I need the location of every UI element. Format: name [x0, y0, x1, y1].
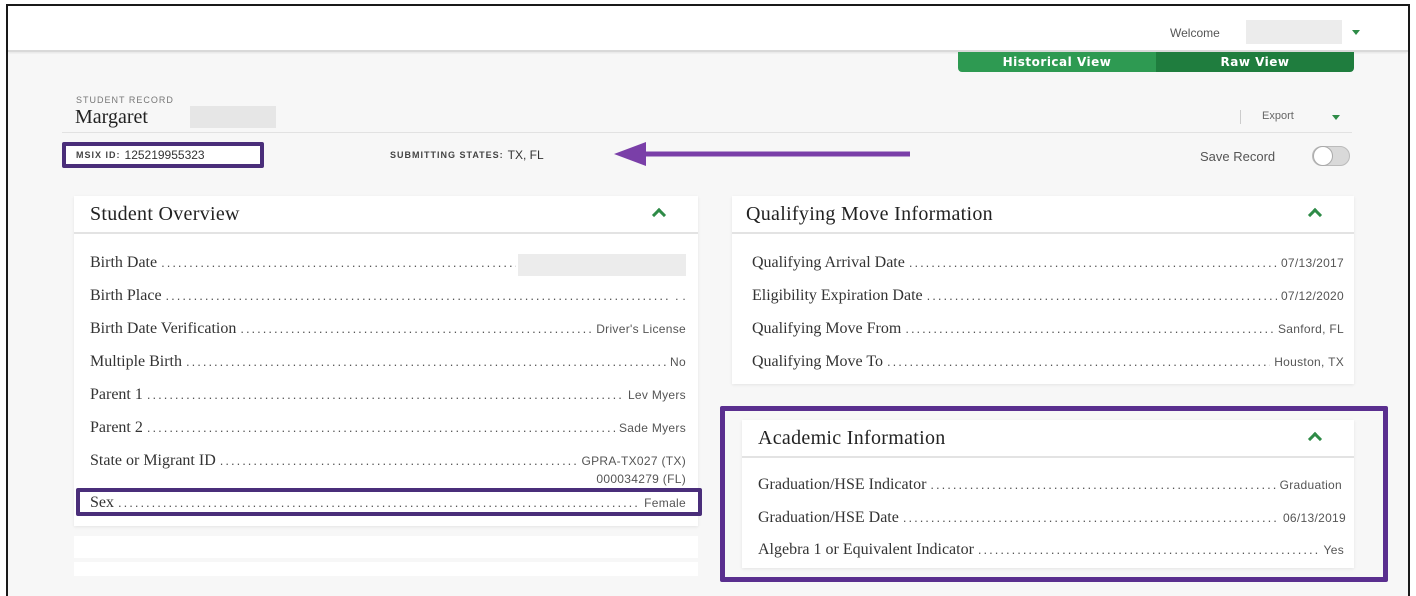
- student-overview-header[interactable]: Student Overview: [74, 196, 698, 234]
- overview-row-birth-date-verification: Birth Date Verification ................…: [90, 320, 686, 338]
- dot-leader: ........................................…: [165, 288, 672, 303]
- save-record-label: Save Record: [1200, 149, 1276, 164]
- collapse-chevron-up-icon[interactable]: [1307, 207, 1323, 223]
- qualifying-move-title: Qualifying Move Information: [746, 203, 993, 225]
- student-record-label: STUDENT RECORD: [76, 95, 174, 105]
- historical-view-button[interactable]: Historical View: [958, 52, 1156, 72]
- row-value: GPRA-TX027 (TX): [581, 454, 686, 468]
- row-label: Qualifying Move To: [752, 353, 884, 370]
- overview-row-state-migrant-id: State or Migrant ID ....................…: [90, 452, 686, 470]
- row-value: Sanford, FL: [1277, 322, 1344, 336]
- sex-row-highlight: [76, 488, 702, 516]
- student-name: Margaret: [75, 106, 148, 128]
- save-record-toggle-knob[interactable]: [1313, 146, 1333, 166]
- move-row-eligibility-expiration: Eligibility Expiration Date ............…: [752, 287, 1344, 305]
- overview-row-birth-place: Birth Place ............................…: [90, 287, 686, 305]
- overview-row-state-migrant-id-second: 000034279 (FL): [560, 472, 686, 486]
- export-button[interactable]: Export: [1262, 110, 1294, 122]
- annotation-arrow-icon: [614, 142, 910, 166]
- student-last-name-redacted: [190, 106, 276, 128]
- dot-leader: ........................................…: [240, 321, 592, 336]
- submitting-states: SUBMITTING STATES: TX, FL: [390, 148, 544, 162]
- move-row-move-to: Qualifying Move To .....................…: [752, 353, 1344, 371]
- row-value: Houston, TX: [1274, 355, 1344, 369]
- overview-row-multiple-birth: Multiple Birth .........................…: [90, 353, 686, 371]
- row-label: Parent 2: [90, 419, 143, 436]
- row-label: Birth Date: [90, 254, 158, 271]
- overview-row-parent-1: Parent 1 ...............................…: [90, 386, 686, 404]
- row-label: Eligibility Expiration Date: [752, 287, 923, 304]
- row-value: Lev Myers: [627, 388, 686, 402]
- view-toggle: Historical View Raw View: [958, 52, 1354, 72]
- academic-info-highlight: [720, 406, 1388, 582]
- row-label: Qualifying Arrival Date: [752, 254, 905, 271]
- overview-row-birth-date: Birth Date .............................…: [90, 254, 516, 272]
- export-separator: [1240, 110, 1241, 124]
- row-label: Multiple Birth: [90, 353, 182, 370]
- move-row-arrival-date: Qualifying Arrival Date ................…: [752, 254, 1344, 272]
- row-value: Sade Myers: [618, 421, 686, 435]
- dot-leader: ........................................…: [908, 255, 1277, 270]
- row-value: . .: [675, 289, 686, 303]
- row-value: 07/12/2020: [1280, 289, 1344, 303]
- student-overview-empty-row: [74, 536, 698, 558]
- dot-leader: ........................................…: [161, 255, 516, 270]
- dot-leader: ........................................…: [219, 453, 578, 468]
- dot-leader: ........................................…: [146, 387, 624, 402]
- row-label: Qualifying Move From: [752, 320, 902, 337]
- row-label: Birth Place: [90, 287, 162, 304]
- user-menu-chevron-down-icon[interactable]: [1352, 30, 1360, 35]
- collapse-chevron-up-icon[interactable]: [651, 207, 667, 223]
- submitting-states-label: SUBMITTING STATES:: [390, 150, 504, 160]
- overview-row-parent-2: Parent 2 ...............................…: [90, 419, 686, 437]
- row-value: 000034279 (FL): [596, 472, 686, 486]
- row-label: Birth Date Verification: [90, 320, 237, 337]
- export-chevron-down-icon[interactable]: [1332, 115, 1340, 120]
- dot-leader: ........................................…: [887, 354, 1270, 369]
- msix-id-label: MSIX ID:: [76, 150, 121, 160]
- user-name-redacted[interactable]: [1246, 20, 1342, 44]
- birth-date-redacted: [518, 254, 686, 276]
- dot-leader: ........................................…: [146, 420, 615, 435]
- dot-leader: ........................................…: [926, 288, 1277, 303]
- dot-leader: ........................................…: [186, 354, 666, 369]
- move-row-move-from: Qualifying Move From ...................…: [752, 320, 1344, 338]
- row-value: 07/13/2017: [1280, 256, 1344, 270]
- student-overview-title: Student Overview: [90, 203, 240, 225]
- submitting-states-value: TX, FL: [507, 148, 544, 162]
- row-label: State or Migrant ID: [90, 452, 216, 469]
- row-value: Driver's License: [596, 322, 686, 336]
- welcome-label: Welcome: [1170, 26, 1220, 40]
- header-divider: [62, 132, 1352, 133]
- student-overview-empty-row: [74, 562, 698, 576]
- row-value: No: [670, 355, 686, 369]
- msix-id-value: 125219955323: [124, 148, 205, 162]
- msix-id-highlight: MSIX ID: 125219955323: [62, 142, 264, 168]
- qualifying-move-header[interactable]: Qualifying Move Information: [732, 196, 1354, 234]
- dot-leader: ........................................…: [905, 321, 1274, 336]
- top-navigation-bar: Welcome: [8, 6, 1408, 52]
- raw-view-button[interactable]: Raw View: [1156, 52, 1354, 72]
- row-label: Parent 1: [90, 386, 143, 403]
